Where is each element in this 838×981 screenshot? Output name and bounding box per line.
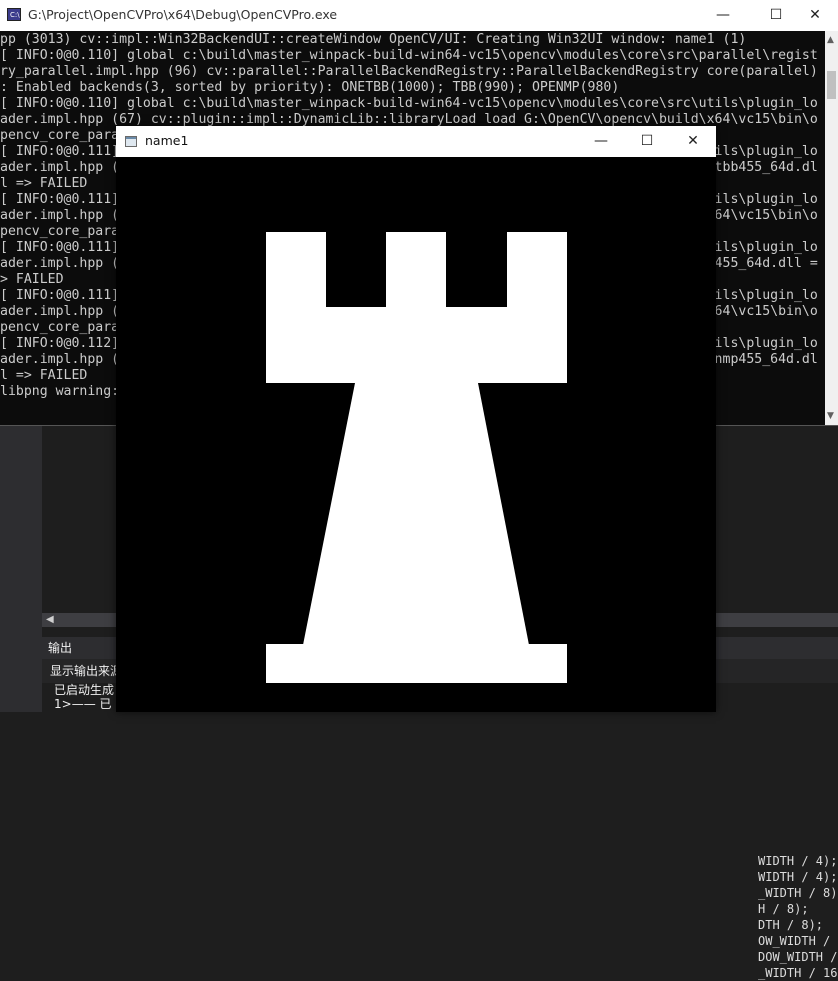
console-app-icon: C:\ [7,8,21,21]
ide-code-lines: WIDTH / 4); WIDTH / 4); _WIDTH / 8); H / 8)… [758,853,838,981]
console-titlebar[interactable]: C:\ G:\Project\OpenCVPro\x64\Debug\OpenC… [0,0,838,31]
code-line: WIDTH / 4); [758,870,838,884]
close-button[interactable]: ✕ [792,0,838,31]
console-title: G:\Project\OpenCVPro\x64\Debug\OpenCVPro… [28,7,338,22]
minimize-button[interactable]: — [700,0,746,31]
window-app-icon [125,136,137,147]
code-line: DOW_WIDTH / 16); [758,950,838,964]
code-line: _WIDTH / 8); [758,886,838,900]
code-line: _WIDTH / 16); [758,966,838,980]
console-line: [ INFO:0@0.110] global c:\build\master_w… [0,48,818,63]
code-line: H / 8); [758,902,809,916]
console-line: : Enabled backends(3, sorted by priority… [0,80,620,95]
rook-battlement-middle [386,232,446,308]
rook-top-band [266,307,567,383]
scroll-down-icon[interactable]: ▼ [827,411,834,421]
scrollbar-thumb[interactable] [827,71,836,99]
image-canvas [116,157,716,712]
opencv-window: name1 — ☐ ✕ [116,126,716,712]
console-line: [ INFO:0@0.110] global c:\build\master_w… [0,96,818,111]
rook-image [116,157,716,712]
opencv-titlebar[interactable]: name1 — ☐ ✕ [116,126,716,157]
output-tab-label[interactable]: 输出 [42,641,72,655]
ide-side-panel [0,425,42,712]
output-source-label: 显示输出来源 [50,664,123,678]
rook-battlement-right [507,232,567,308]
scroll-left-icon[interactable]: ◀ [46,614,54,625]
code-line: WIDTH / 4); [758,854,838,868]
close-button[interactable]: ✕ [670,126,716,157]
rook-base [266,644,567,683]
scroll-up-icon[interactable]: ▲ [827,35,834,45]
code-line: DTH / 8); [758,918,824,932]
console-line: ry_parallel.impl.hpp (96) cv::parallel::… [0,64,818,79]
opencv-window-title: name1 [145,133,189,148]
minimize-button[interactable]: — [578,126,624,157]
console-scrollbar[interactable]: ▲ ▼ [825,31,838,425]
console-line: pp (3013) cv::impl::Win32BackendUI::crea… [0,32,747,47]
code-line: OW_WIDTH / 8); [758,934,838,948]
rook-battlement-left [266,232,326,308]
maximize-button[interactable]: ☐ [624,126,670,157]
